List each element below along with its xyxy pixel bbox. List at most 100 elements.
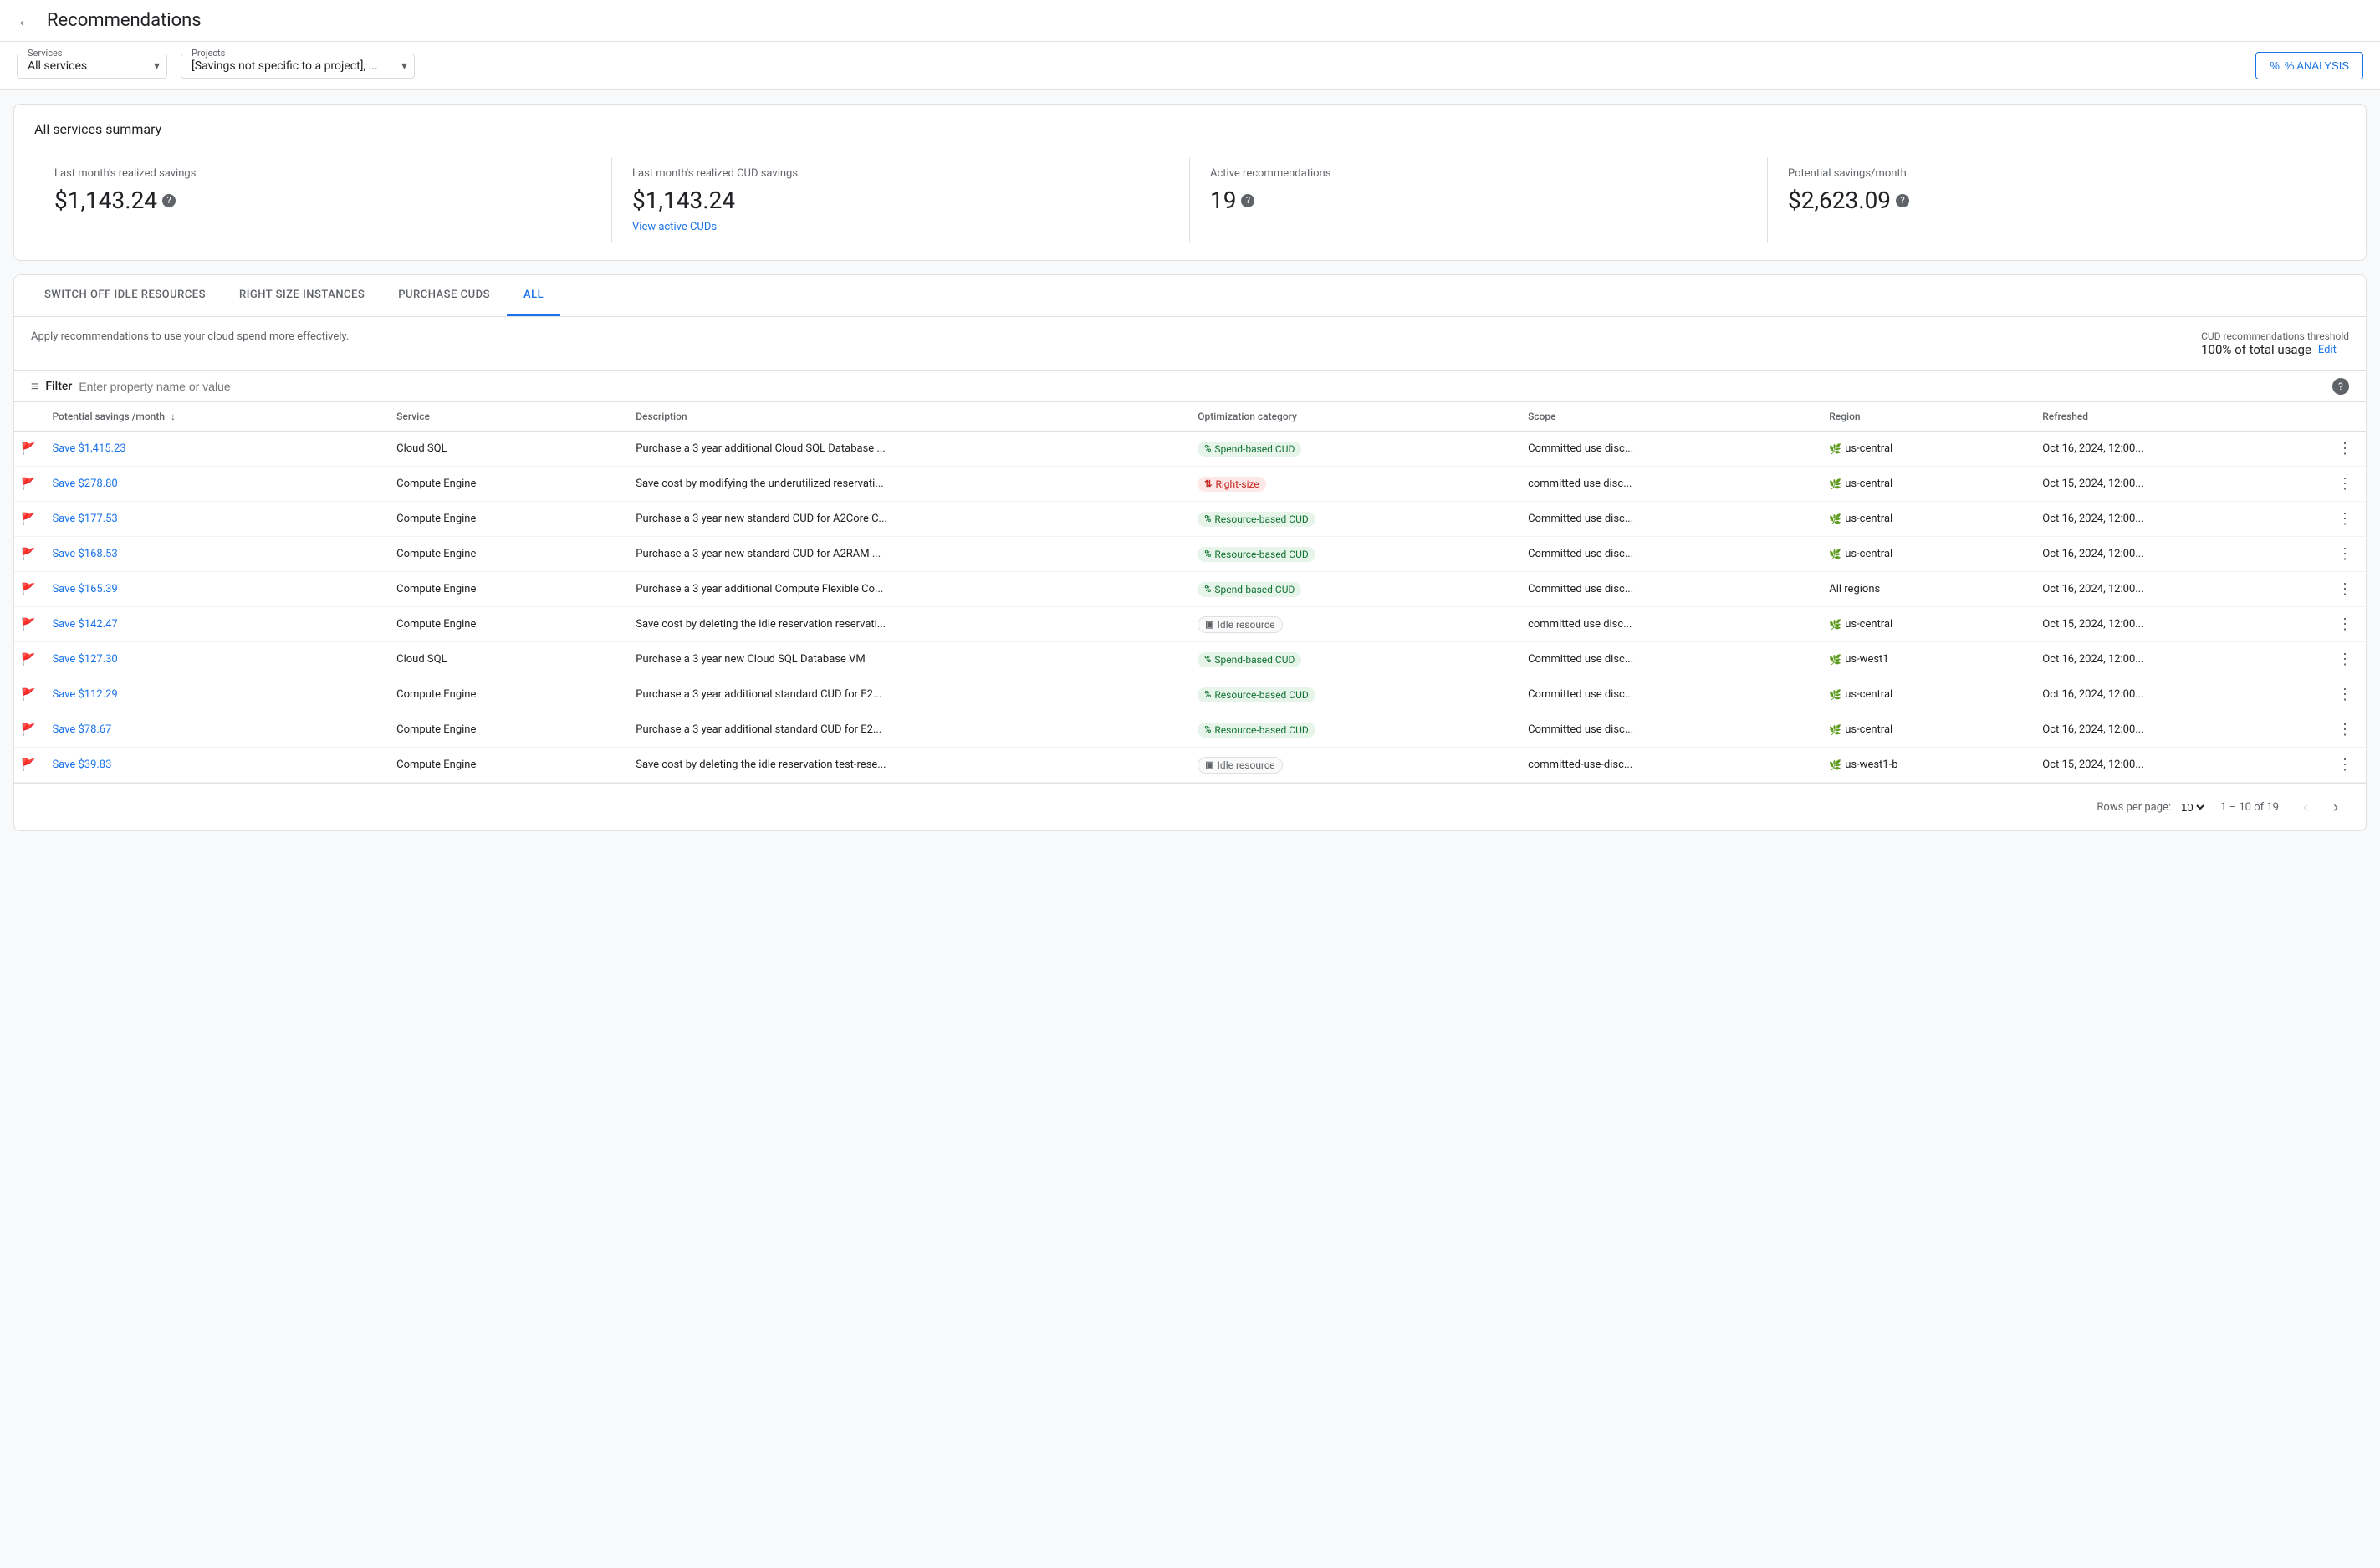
save-link[interactable]: Save $1,415.23 (52, 442, 125, 455)
rows-per-page-select[interactable]: 10 25 50 (2178, 800, 2207, 815)
savings-cell: Save $177.53 (42, 502, 386, 537)
description-cell: Purchase a 3 year additional Compute Fle… (626, 572, 1187, 607)
summary-section: All services summary Last month's realiz… (13, 104, 2367, 261)
next-page-button[interactable]: › (2322, 794, 2349, 820)
save-link[interactable]: Save $278.80 (52, 478, 117, 490)
description-cell: Save cost by deleting the idle reservati… (626, 748, 1187, 783)
flag-cell: 🚩 (14, 432, 42, 467)
table-row: 🚩 Save $142.47 Compute Engine Save cost … (14, 607, 2366, 642)
region-td: 🌿 us-central (1819, 712, 2032, 748)
save-link[interactable]: Save $142.47 (52, 618, 117, 631)
service-cell: Compute Engine (386, 677, 626, 712)
analysis-button[interactable]: % % ANALYSIS (2255, 52, 2363, 79)
realized-savings-info-icon[interactable]: ? (162, 194, 176, 207)
savings-sort-icon: ↓ (171, 411, 176, 422)
region-td: 🌿 us-central (1819, 677, 2032, 712)
cud-threshold-edit-link[interactable]: Edit (2318, 344, 2337, 356)
actions-cell: ⋮ (2324, 502, 2366, 537)
save-link[interactable]: Save $112.29 (52, 688, 117, 701)
table-description: Apply recommendations to use your cloud … (31, 330, 349, 343)
more-actions-icon[interactable]: ⋮ (2334, 682, 2356, 707)
tabs-bar: SWITCH OFF IDLE RESOURCES RIGHT SIZE INS… (14, 275, 2366, 317)
region-cell: 🌿us-central (1829, 618, 2022, 631)
more-actions-icon[interactable]: ⋮ (2334, 507, 2356, 531)
optimization-icon: ▣ (1205, 619, 1213, 630)
filter-label: Filter (45, 380, 72, 393)
more-actions-icon[interactable]: ⋮ (2334, 612, 2356, 636)
tab-all[interactable]: ALL (507, 275, 560, 316)
save-link[interactable]: Save $78.67 (52, 723, 111, 736)
save-link[interactable]: Save $165.39 (52, 583, 117, 595)
optimization-cell: % Resource-based CUD (1187, 677, 1518, 712)
scope-cell: committed use disc... (1518, 467, 1819, 502)
optimization-cell: % Resource-based CUD (1187, 712, 1518, 748)
save-link[interactable]: Save $177.53 (52, 513, 117, 525)
region-td: 🌿us-central (1819, 467, 2032, 502)
filter-input[interactable] (79, 380, 2326, 393)
flag-cell: 🚩 (14, 502, 42, 537)
save-link[interactable]: Save $127.30 (52, 653, 117, 666)
leaf-icon: 🌿 (1829, 724, 1841, 736)
scope-cell: Committed use disc... (1518, 712, 1819, 748)
table-row: 🚩 Save $168.53 Compute Engine Purchase a… (14, 537, 2366, 572)
more-actions-icon[interactable]: ⋮ (2334, 718, 2356, 742)
summary-title: All services summary (34, 121, 2346, 137)
service-cell: Compute Engine (386, 607, 626, 642)
more-actions-icon[interactable]: ⋮ (2334, 577, 2356, 601)
region-cell: 🌿 us-central (1829, 688, 2022, 701)
region-cell: 🌿us-central (1829, 548, 2022, 560)
actions-cell: ⋮ (2324, 467, 2366, 502)
projects-value: [Savings not specific to a project], ... (192, 59, 378, 73)
region-value: us-central (1845, 513, 1892, 525)
description-cell: Purchase a 3 year new standard CUD for A… (626, 502, 1187, 537)
scope-cell: Committed use disc... (1518, 572, 1819, 607)
save-link[interactable]: Save $39.83 (52, 758, 111, 771)
save-link[interactable]: Save $168.53 (52, 548, 117, 560)
region-value: us-central (1845, 688, 1892, 701)
region-cell: 🌿us-west1-b (1829, 758, 2022, 771)
filter-help-icon[interactable]: ? (2332, 378, 2349, 395)
tab-switch-off[interactable]: SWITCH OFF IDLE RESOURCES (28, 275, 222, 316)
rows-per-page-label: Rows per page: (2097, 801, 2171, 814)
services-value: All services (28, 59, 87, 73)
back-button[interactable]: ← (17, 10, 33, 31)
more-actions-icon[interactable]: ⋮ (2334, 753, 2356, 777)
services-arrow-icon: ▾ (154, 59, 160, 73)
more-actions-icon[interactable]: ⋮ (2334, 647, 2356, 672)
cud-threshold-label: CUD recommendations threshold (2201, 330, 2349, 342)
more-actions-icon[interactable]: ⋮ (2334, 542, 2356, 566)
leaf-icon: 🌿 (1829, 689, 1841, 701)
projects-select[interactable]: Projects [Savings not specific to a proj… (181, 54, 415, 79)
tab-purchase-cuds[interactable]: PURCHASE CUDS (381, 275, 507, 316)
filter-icon: ≡ (31, 378, 38, 395)
optimization-badge: ▣ Idle resource (1198, 616, 1282, 633)
region-value: us-central (1845, 442, 1892, 455)
optimization-badge: % Spend-based CUD (1198, 582, 1301, 597)
table-row: 🚩 Save $177.53 Compute Engine Purchase a… (14, 502, 2366, 537)
view-cuds-link[interactable]: View active CUDs (632, 221, 1169, 233)
service-cell: Compute Engine (386, 467, 626, 502)
leaf-icon: 🌿 (1829, 549, 1841, 560)
region-value: us-central (1845, 723, 1892, 736)
card-cud-savings-label: Last month's realized CUD savings (632, 167, 1169, 180)
prev-page-button[interactable]: ‹ (2292, 794, 2319, 820)
scope-cell: Committed use disc... (1518, 537, 1819, 572)
more-actions-icon[interactable]: ⋮ (2334, 437, 2356, 461)
service-cell: Cloud SQL (386, 432, 626, 467)
table-row: 🚩 Save $278.80 Compute Engine Save cost … (14, 467, 2366, 502)
tab-right-size[interactable]: RIGHT SIZE INSTANCES (222, 275, 381, 316)
more-actions-icon[interactable]: ⋮ (2334, 472, 2356, 496)
refreshed-cell: Oct 16, 2024, 12:00... (2032, 572, 2324, 607)
services-select[interactable]: Services All services ▾ (17, 54, 167, 79)
summary-cards: Last month's realized savings $1,143.24 … (34, 157, 2346, 243)
summary-card-realized-savings: Last month's realized savings $1,143.24 … (34, 157, 612, 243)
flag-cell: 🚩 (14, 642, 42, 677)
active-recs-info-icon[interactable]: ? (1241, 194, 1254, 207)
flag-icon: 🚩 (21, 723, 35, 737)
optimization-icon: ▣ (1205, 759, 1213, 770)
potential-savings-info-icon[interactable]: ? (1896, 194, 1909, 207)
region-td: 🌿us-central (1819, 607, 2032, 642)
optimization-cell: % Resource-based CUD (1187, 537, 1518, 572)
service-cell: Compute Engine (386, 502, 626, 537)
col-savings[interactable]: Potential savings /month ↓ (42, 402, 386, 432)
